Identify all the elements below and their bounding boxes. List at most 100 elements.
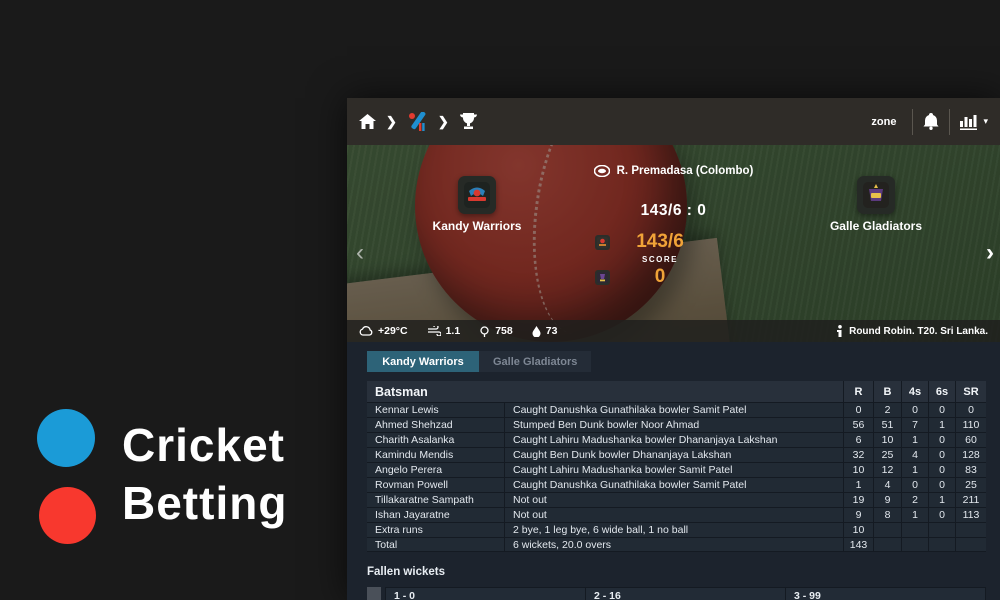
batsman-sixes <box>928 538 955 551</box>
batsman-name: Extra runs <box>367 524 504 536</box>
batsman-dismissal: Caught Danushka Gunathilaka bowler Samit… <box>504 403 843 417</box>
fallen-wickets-title: Fallen wickets <box>367 566 986 578</box>
pressure-gauge-icon <box>479 326 490 337</box>
trophy-icon[interactable] <box>459 113 478 130</box>
weather-bar: +29°C 1.1 758 73 Round Robin. T20. Sri L… <box>347 320 1000 342</box>
batsman-strike-rate: 25 <box>955 478 986 492</box>
batsman-row[interactable]: Total 6 wickets, 20.0 overs 143 <box>367 537 986 552</box>
stadium-icon <box>594 165 610 177</box>
batsman-row[interactable]: Ishan Jayaratne Not out 9 8 1 0 113 <box>367 507 986 522</box>
batsman-fours: 4 <box>901 448 928 462</box>
batsman-runs: 56 <box>843 418 873 432</box>
batsman-name: Total <box>367 539 504 551</box>
batsman-row[interactable]: Charith Asalanka Caught Lahiru Madushank… <box>367 432 986 447</box>
cloud-icon <box>359 326 373 336</box>
batsman-fours: 7 <box>901 418 928 432</box>
pressure-value: 758 <box>495 325 513 337</box>
brand-red-dot <box>39 487 96 544</box>
batsman-sixes: 1 <box>928 493 955 507</box>
batsman-fours: 0 <box>901 403 928 417</box>
batsman-row[interactable]: Ahmed Shehzad Stumped Ben Dunk bowler No… <box>367 417 986 432</box>
match-info: Round Robin. T20. Sri Lanka. <box>836 325 988 337</box>
nav-bar: ❯ ❯ zone <box>347 98 1000 145</box>
batsman-dismissal: Not out <box>504 508 843 522</box>
batsman-fours: 0 <box>901 478 928 492</box>
batsman-row[interactable]: Kamindu Mendis Caught Ben Dunk bowler Dh… <box>367 447 986 462</box>
batsman-sixes: 0 <box>928 508 955 522</box>
batsman-row[interactable]: Extra runs 2 bye, 1 leg bye, 6 wide ball… <box>367 522 986 537</box>
nav-actions: zone ▾ <box>865 109 988 135</box>
batsman-fours: 1 <box>901 433 928 447</box>
tab-kandy-warriors[interactable]: Kandy Warriors <box>367 351 479 372</box>
batsman-fours: 1 <box>901 508 928 522</box>
batsman-sixes: 0 <box>928 448 955 462</box>
batsman-runs: 0 <box>843 403 873 417</box>
batsman-runs: 32 <box>843 448 873 462</box>
batsman-balls: 10 <box>873 433 901 447</box>
batsman-runs: 1 <box>843 478 873 492</box>
humidity-value: 73 <box>546 325 558 337</box>
batsman-name: Rovman Powell <box>367 479 504 491</box>
bell-icon[interactable] <box>923 113 939 130</box>
zone-button[interactable]: zone <box>865 112 902 132</box>
batsman-dismissal: Caught Lahiru Madushanka bowler Samit Pa… <box>504 463 843 477</box>
chevron-right-icon: ❯ <box>437 114 450 130</box>
batsman-name: Tillakaratne Sampath <box>367 494 504 506</box>
brand-panel: Cricket Betting <box>0 0 347 600</box>
batsman-runs: 10 <box>843 523 873 537</box>
batsman-sixes: 0 <box>928 403 955 417</box>
carousel-prev-arrow[interactable]: ‹ <box>356 241 364 265</box>
fallen-wickets-handle <box>367 587 381 600</box>
batsman-strike-rate: 0 <box>955 403 986 417</box>
fallen-wicket-item[interactable]: 1 - 0 <box>385 587 585 600</box>
batsman-fours <box>901 523 928 537</box>
batsman-strike-rate <box>955 523 986 537</box>
batsman-row[interactable]: Kennar Lewis Caught Danushka Gunathilaka… <box>367 402 986 417</box>
batsman-balls: 8 <box>873 508 901 522</box>
match-hero-banner: R. Premadasa (Colombo) 143/6 : 0 Kandy W… <box>347 145 1000 342</box>
column-header-runs: R <box>843 381 873 402</box>
tab-galle-gladiators[interactable]: Galle Gladiators <box>479 351 591 372</box>
fallen-wicket-item[interactable]: 3 - 99 <box>785 587 986 600</box>
batsman-sixes: 0 <box>928 478 955 492</box>
team-home[interactable]: Kandy Warriors <box>412 176 542 233</box>
batsman-dismissal: Caught Danushka Gunathilaka bowler Samit… <box>504 478 843 492</box>
batsman-balls: 51 <box>873 418 901 432</box>
batsman-sixes: 1 <box>928 418 955 432</box>
batsman-dismissal: 6 wickets, 20.0 overs <box>504 538 843 551</box>
temperature-item: +29°C <box>359 325 408 337</box>
humidity-item: 73 <box>532 325 558 337</box>
galle-gladiators-logo <box>857 176 895 214</box>
batsman-dismissal: Stumped Ben Dunk bowler Noor Ahmad <box>504 418 843 432</box>
info-icon <box>836 325 844 337</box>
batsman-strike-rate: 128 <box>955 448 986 462</box>
scorecard-panel: Kandy Warriors Galle Gladiators Batsman … <box>347 342 1000 600</box>
home-icon[interactable] <box>359 114 376 129</box>
breadcrumb: ❯ ❯ <box>359 112 478 132</box>
batsman-sixes: 0 <box>928 433 955 447</box>
column-header-fours: 4s <box>901 381 928 402</box>
batsman-row[interactable]: Angelo Perera Caught Lahiru Madushanka b… <box>367 462 986 477</box>
column-header-sixes: 6s <box>928 381 955 402</box>
wind-item: 1.1 <box>427 325 461 337</box>
batsman-strike-rate: 211 <box>955 493 986 507</box>
venue-name: R. Premadasa (Colombo) <box>617 165 754 177</box>
batsman-name: Charith Asalanka <box>367 434 504 446</box>
batsman-table: Batsman R B 4s 6s SR Kennar Lewis Caught… <box>367 381 986 552</box>
batsman-row[interactable]: Rovman Powell Caught Danushka Gunathilak… <box>367 477 986 492</box>
carousel-next-arrow[interactable]: › <box>986 241 994 265</box>
cricket-bat-ball-icon[interactable] <box>407 112 428 132</box>
wind-icon <box>427 326 441 336</box>
team-away[interactable]: Galle Gladiators <box>811 176 941 233</box>
batsman-fours: 1 <box>901 463 928 477</box>
batsman-balls <box>873 538 901 551</box>
batsman-name: Kennar Lewis <box>367 404 504 416</box>
batsman-dismissal: 2 bye, 1 leg bye, 6 wide ball, 1 no ball <box>504 523 843 537</box>
score-label: SCORE <box>613 255 707 264</box>
batsman-row[interactable]: Tillakaratne Sampath Not out 19 9 2 1 21… <box>367 492 986 507</box>
team-home-name: Kandy Warriors <box>433 219 522 233</box>
fallen-wicket-item[interactable]: 2 - 16 <box>585 587 785 600</box>
batsman-name: Kamindu Mendis <box>367 449 504 461</box>
stats-chart-icon[interactable]: ▾ <box>960 114 988 130</box>
batsman-dismissal: Caught Lahiru Madushanka bowler Dhananja… <box>504 433 843 447</box>
